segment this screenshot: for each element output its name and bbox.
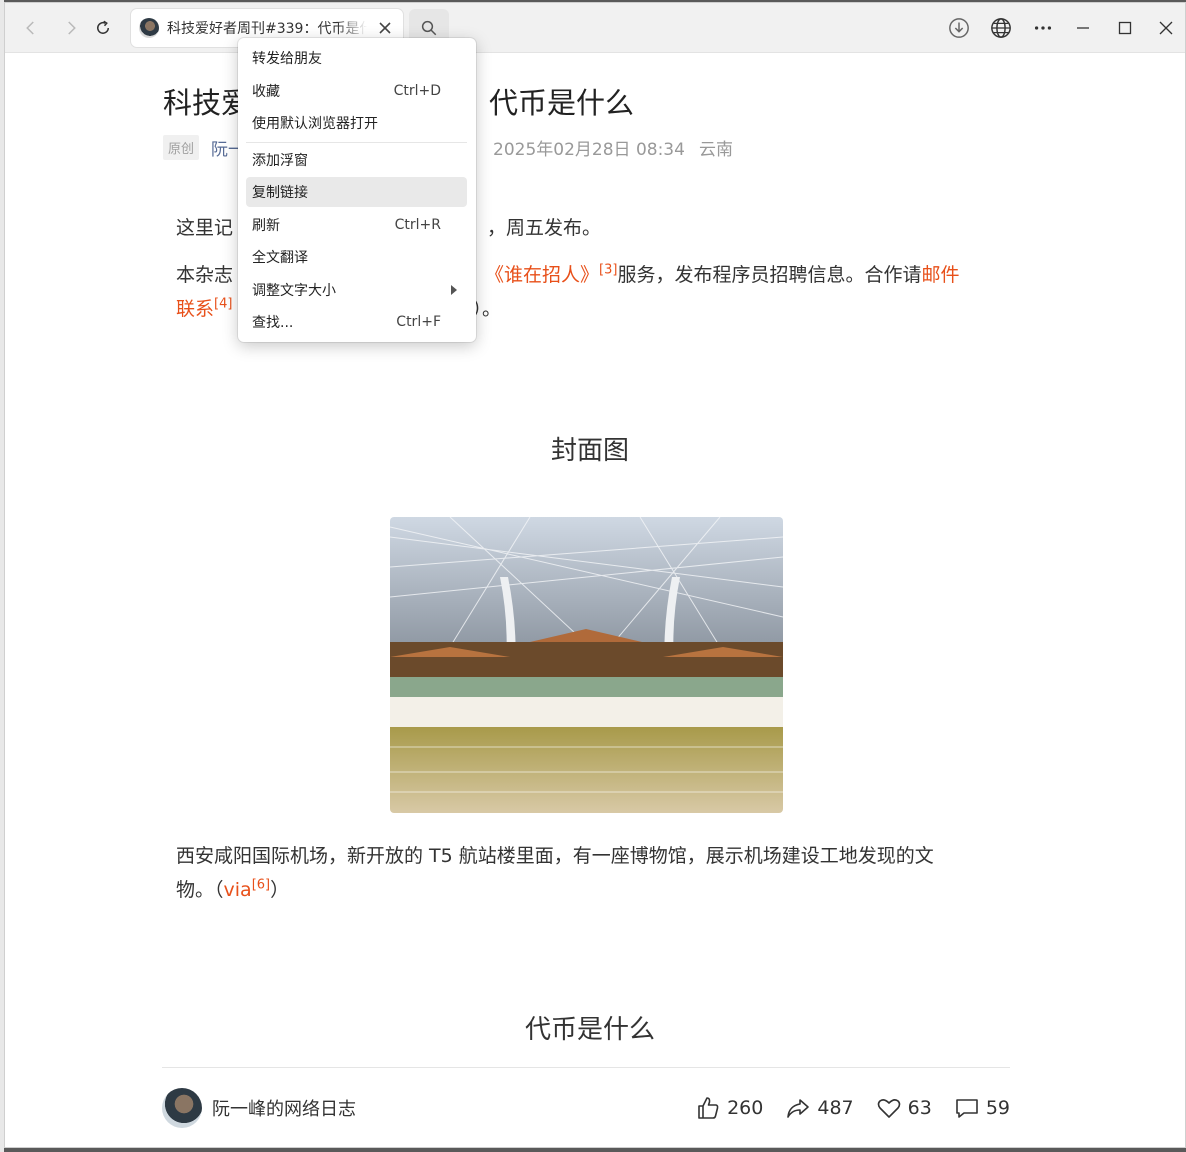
- submenu-arrow-icon: [451, 285, 457, 295]
- menu-label: 查找...: [252, 315, 294, 331]
- forward-button[interactable]: [55, 13, 87, 43]
- menu-separator: [246, 142, 467, 143]
- close-window-icon: [1159, 21, 1173, 35]
- section-heading-tokens: 代币是什么: [524, 1015, 655, 1045]
- like-button[interactable]: 260: [695, 1095, 763, 1121]
- share-icon: [787, 1099, 810, 1118]
- favorite-count: 63: [907, 1097, 932, 1119]
- ref-6[interactable]: [6]: [252, 878, 270, 893]
- caption-line-1: 西安咸阳国际机场，新开放的 T5 航站楼里面，有一座博物馆，展示机场建设工地发现…: [176, 845, 934, 867]
- menu-translate[interactable]: 全文翻译: [246, 242, 467, 272]
- p1-right: ，周五发布。: [487, 217, 602, 239]
- minimize-button[interactable]: [1067, 13, 1099, 43]
- maximize-icon: [1118, 21, 1132, 35]
- share-count: 487: [817, 1097, 854, 1119]
- menu-label: 转发给朋友: [252, 51, 322, 67]
- menu-favorite[interactable]: 收藏 Ctrl+D: [246, 76, 467, 106]
- cover-image: [390, 517, 783, 813]
- comment-button[interactable]: 59: [954, 1095, 1010, 1121]
- more-button[interactable]: [1027, 13, 1059, 43]
- article-content: 科技爱 代币是什么 原创 阮一 2025年02月28日 08:34 云南 这里记，…: [5, 54, 1185, 1147]
- menu-shortcut: Ctrl+R: [394, 217, 441, 233]
- p2-mid: 服务，发布程序员招聘信息。合作请: [617, 264, 922, 286]
- article-title-left: 科技爱: [163, 86, 251, 120]
- download-button[interactable]: [943, 13, 975, 43]
- close-window-button[interactable]: [1150, 13, 1182, 43]
- account-name[interactable]: 阮一峰的网络日志: [212, 1095, 356, 1121]
- comment-count: 59: [985, 1097, 1010, 1119]
- menu-open-default-browser[interactable]: 使用默认浏览器打开: [246, 108, 467, 138]
- chevron-right-icon: [68, 21, 76, 35]
- airport-terminal-image: [390, 517, 783, 813]
- menu-refresh[interactable]: 刷新 Ctrl+R: [246, 210, 467, 240]
- article-footer: 阮一峰的网络日志 260 487 63 59: [162, 1088, 1010, 1128]
- title-bar: 科技爱好者周刊#339：代币是什么: [5, 3, 1185, 53]
- menu-label: 使用默认浏览器打开: [252, 116, 378, 132]
- menu-shortcut: Ctrl+F: [396, 314, 441, 330]
- close-icon: [379, 22, 391, 34]
- p1-left: 这里记: [176, 217, 234, 239]
- menu-copy-link[interactable]: 复制链接: [246, 177, 467, 207]
- refresh-button[interactable]: [87, 13, 119, 43]
- maximize-button[interactable]: [1109, 13, 1141, 43]
- original-badge: 原创: [163, 135, 200, 160]
- minimize-icon: [1077, 27, 1089, 29]
- like-count: 260: [727, 1097, 764, 1119]
- caption-line-2: 物。（via[6]）: [176, 873, 996, 907]
- menu-find[interactable]: 查找... Ctrl+F: [246, 307, 467, 337]
- account-avatar[interactable]: [162, 1088, 202, 1128]
- search-icon: [421, 20, 437, 36]
- download-icon: [949, 18, 969, 38]
- p3-end: ）。: [472, 298, 501, 320]
- caption-prefix: 物。（: [176, 879, 224, 901]
- menu-add-floating-window[interactable]: 添加浮窗: [246, 145, 467, 175]
- email-link[interactable]: 邮件: [921, 264, 959, 286]
- publish-date: 2025年02月28日 08:34: [493, 140, 685, 160]
- menu-label: 添加浮窗: [252, 153, 308, 169]
- browser-window: 科技爱好者周刊#339：代币是什么 科技爱 代币是什么 原创 阮一 2025年0…: [4, 2, 1186, 1148]
- footer-divider: [162, 1067, 1010, 1068]
- menu-label: 复制链接: [252, 185, 308, 201]
- heart-icon: [877, 1099, 900, 1118]
- comment-icon: [956, 1099, 978, 1118]
- context-menu: 转发给朋友 收藏 Ctrl+D 使用默认浏览器打开 添加浮窗 复制链接 刷新 Ctr…: [238, 38, 476, 342]
- publish-location: 云南: [698, 140, 733, 160]
- chevron-left-icon: [26, 21, 34, 35]
- tab-title: 科技爱好者周刊#339：代币是什么: [167, 21, 367, 37]
- cover-caption: 西安咸阳国际机场，新开放的 T5 航站楼里面，有一座博物馆，展示机场建设工地发现…: [176, 839, 996, 907]
- menu-label: 刷新: [252, 218, 280, 234]
- close-tab-button[interactable]: [375, 18, 395, 38]
- menu-label: 全文翻译: [252, 250, 308, 266]
- via-link[interactable]: via: [224, 879, 252, 901]
- engagement-stats: 260 487 63 59: [695, 1095, 1010, 1121]
- favorite-button[interactable]: 63: [876, 1095, 932, 1121]
- globe-icon: [991, 18, 1011, 38]
- back-button[interactable]: [15, 13, 47, 43]
- tab-favicon: [139, 18, 159, 38]
- menu-text-size[interactable]: 调整文字大小: [246, 275, 467, 305]
- who-is-hiring-link[interactable]: 《谁在招人》: [485, 264, 599, 286]
- menu-label: 收藏: [252, 84, 280, 100]
- more-icon: [1034, 26, 1052, 30]
- menu-label: 调整文字大小: [252, 283, 336, 299]
- p2-left: 本杂志: [176, 264, 234, 286]
- menu-forward-to-friend[interactable]: 转发给朋友: [246, 43, 467, 73]
- menu-shortcut: Ctrl+D: [393, 83, 441, 99]
- refresh-icon: [97, 20, 109, 34]
- article-title-right: 代币是什么: [489, 86, 635, 120]
- ref-4[interactable]: [4]: [214, 297, 232, 312]
- language-button[interactable]: [985, 13, 1017, 43]
- caption-suffix: ）: [270, 879, 290, 901]
- thumbs-up-icon: [698, 1097, 719, 1119]
- contact-link[interactable]: 联系: [176, 298, 214, 320]
- share-button[interactable]: 487: [785, 1095, 854, 1121]
- ref-3[interactable]: [3]: [599, 263, 617, 278]
- section-heading-cover: 封面图: [550, 436, 629, 466]
